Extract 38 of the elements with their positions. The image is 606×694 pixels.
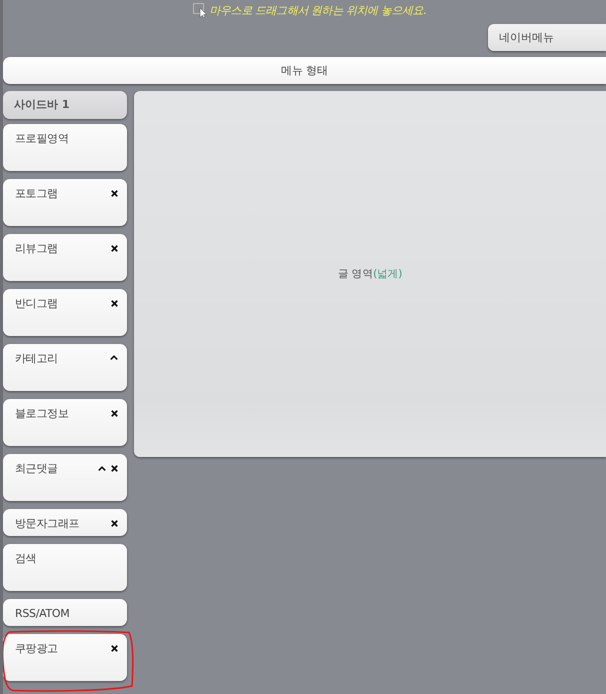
sidebar-widget[interactable]: RSS/ATOM	[3, 599, 127, 626]
sidebar-widget[interactable]: 리뷰그램	[3, 234, 127, 281]
widget-title: 방문자그래프	[15, 517, 80, 531]
widget-title: 블로그정보	[15, 407, 70, 421]
content-width-note: (넓게)	[373, 268, 402, 280]
close-icon[interactable]	[111, 245, 118, 252]
sidebar-widget[interactable]: 쿠팡광고	[3, 634, 127, 681]
widget-title: 검색	[15, 552, 38, 566]
menu-block[interactable]: 네이버메뉴	[488, 24, 606, 51]
drag-hint-text: 마우스로 드래그해서 원하는 위치에 놓으세요.	[210, 4, 426, 18]
sidebar-widget[interactable]: 프로필영역	[3, 124, 127, 171]
close-icon[interactable]	[111, 645, 118, 652]
widget-title: 프로필영역	[15, 132, 70, 146]
close-icon[interactable]	[111, 465, 118, 472]
sidebar-widget[interactable]: 포토그램	[3, 179, 127, 226]
close-icon[interactable]	[111, 190, 118, 197]
menu-bar[interactable]: 메뉴 형태	[3, 57, 606, 84]
sidebar-widget[interactable]: 카테고리	[3, 344, 127, 391]
sidebar-widget[interactable]: 반디그램	[3, 289, 127, 336]
caret-up-icon[interactable]	[110, 355, 118, 360]
sidebar-title: 사이드바 1	[3, 91, 127, 119]
widget-title: 쿠팡광고	[15, 642, 59, 656]
sidebar-widget[interactable]: 검색	[3, 544, 127, 591]
widget-title: 반디그램	[15, 297, 59, 311]
sidebar-widget[interactable]: 방문자그래프	[3, 509, 127, 536]
widget-title: 카테고리	[15, 352, 59, 366]
close-icon[interactable]	[111, 300, 118, 307]
sidebar-widget[interactable]: 최근댓글	[3, 454, 127, 501]
caret-up-icon[interactable]	[98, 466, 106, 471]
drag-cursor-icon	[192, 3, 207, 18]
widget-title: 리뷰그램	[15, 242, 59, 256]
widget-title: RSS/ATOM	[15, 607, 70, 621]
widget-title: 포토그램	[15, 187, 59, 201]
close-icon[interactable]	[111, 520, 118, 527]
sidebar-widget[interactable]: 블로그정보	[3, 399, 127, 446]
close-icon[interactable]	[111, 410, 118, 417]
widget-title: 최근댓글	[15, 462, 59, 476]
content-area-label: 글 영역	[338, 268, 374, 280]
